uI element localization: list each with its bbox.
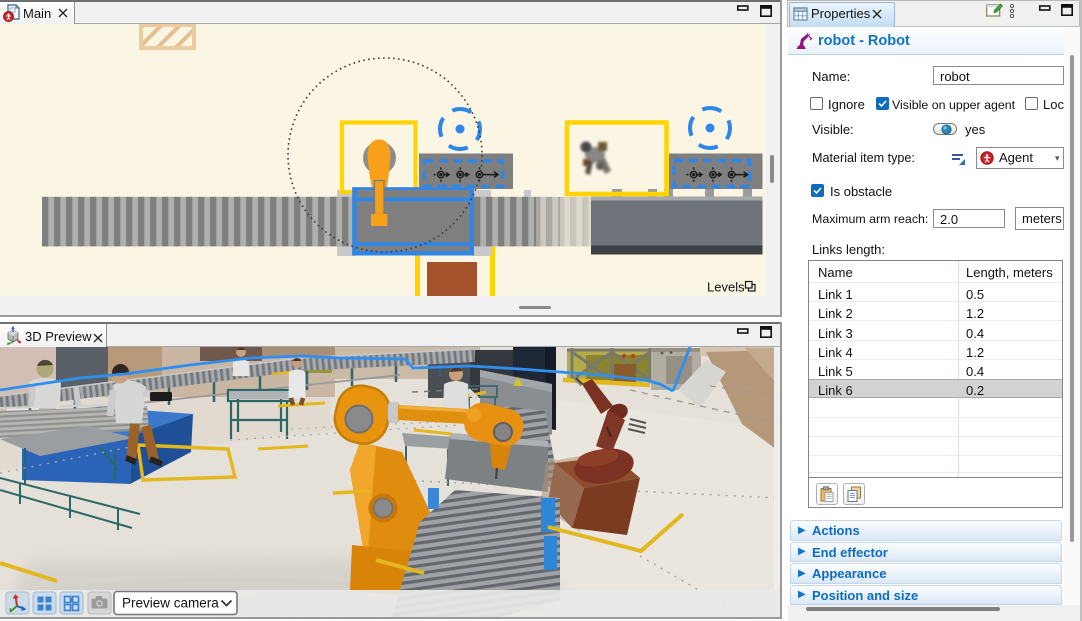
svg-text:Preview camera: Preview camera	[122, 596, 219, 611]
svg-text:Levels: Levels	[707, 280, 745, 295]
